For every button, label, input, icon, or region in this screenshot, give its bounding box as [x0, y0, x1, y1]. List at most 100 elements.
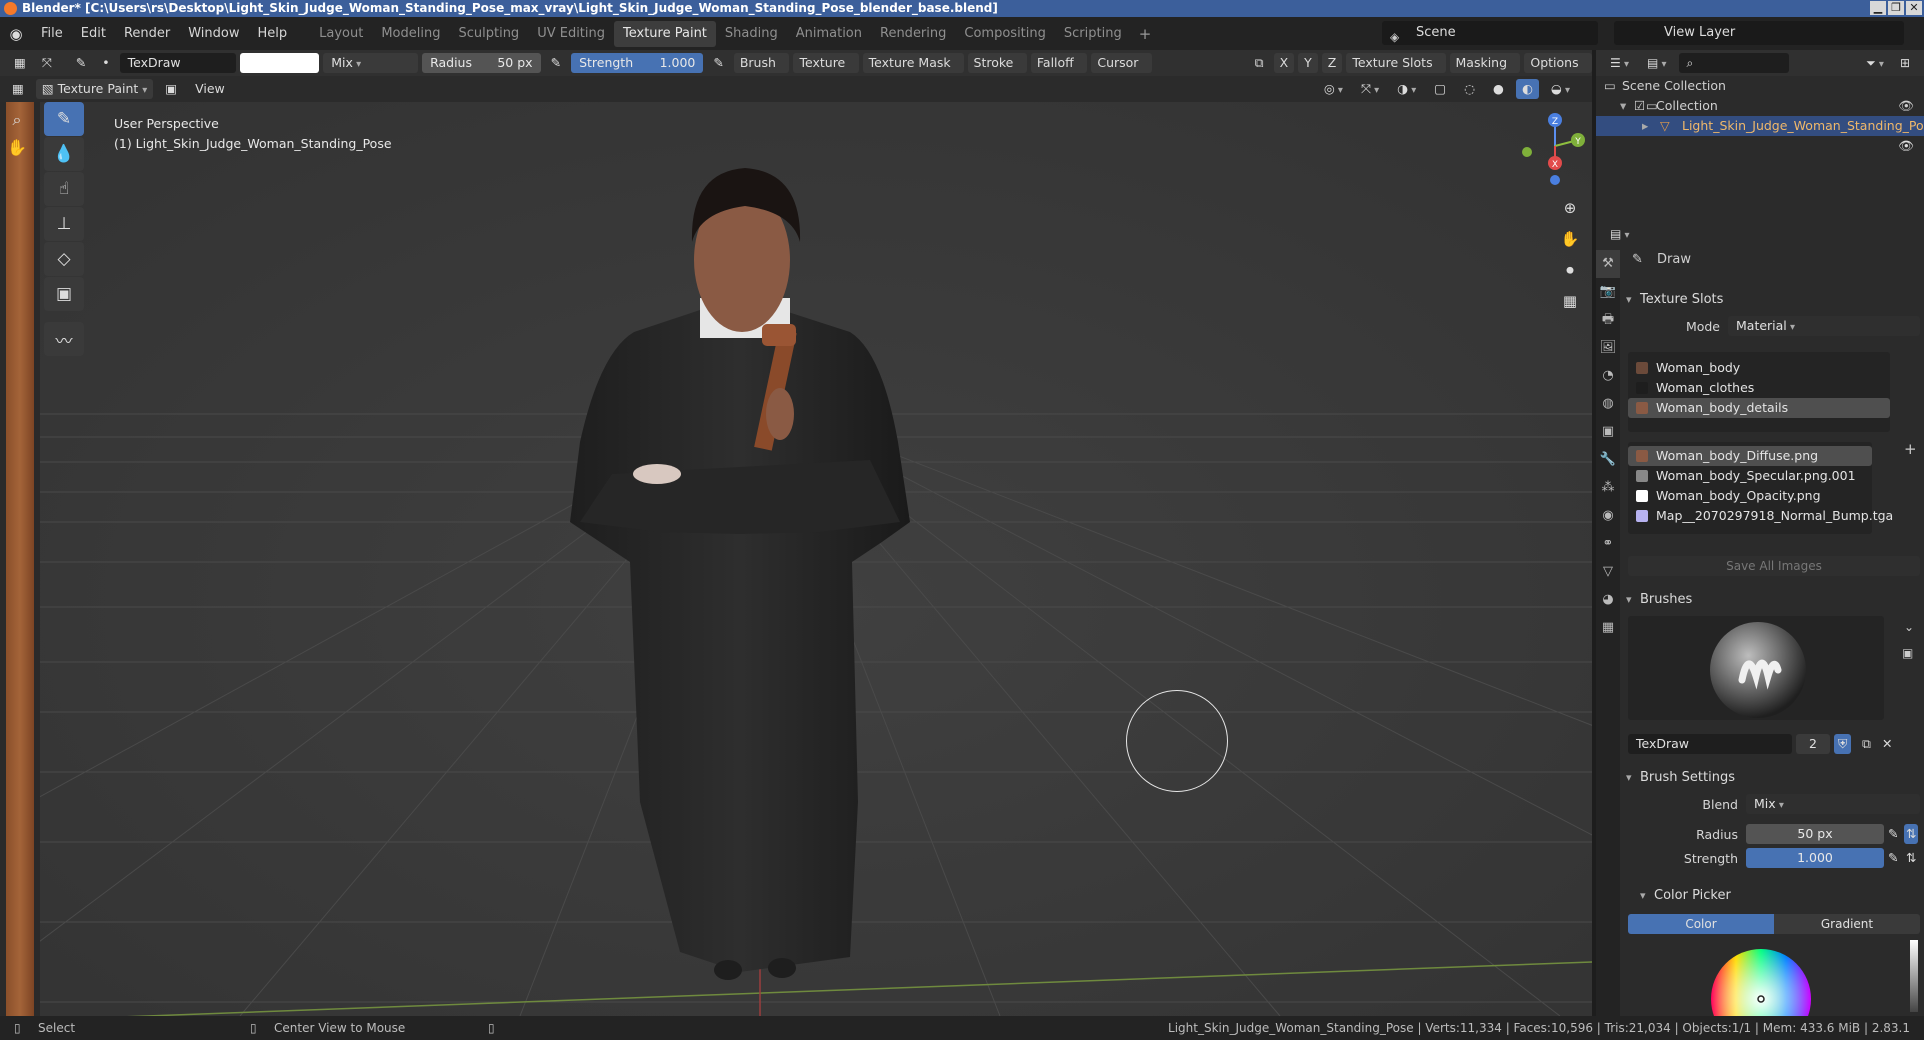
cursor-menu[interactable]: Cursor: [1091, 53, 1152, 73]
tab-texture-paint[interactable]: Texture Paint: [614, 20, 716, 47]
visibility-icon[interactable]: ◎: [1318, 79, 1349, 99]
transform-icon[interactable]: ⤧: [36, 53, 66, 73]
fake-user-shield-icon[interactable]: ⛨: [1834, 734, 1852, 754]
radius-pressure-icon[interactable]: ✎: [1886, 824, 1900, 844]
gizmo-neg-y-icon[interactable]: [1522, 147, 1532, 157]
axis-x-toggle[interactable]: X: [1273, 53, 1295, 73]
clone-tool-icon[interactable]: ⊥: [44, 207, 84, 241]
menu-file[interactable]: File: [32, 26, 72, 41]
view-menu[interactable]: View: [189, 79, 231, 99]
gizmo-neg-z-icon[interactable]: [1550, 175, 1560, 185]
color-wheel[interactable]: [1706, 944, 1816, 1016]
render-tab-icon[interactable]: 📷: [1596, 278, 1620, 306]
texture-slots-menu[interactable]: Texture Slots: [1346, 53, 1446, 73]
visibility-eye-icon[interactable]: 👁: [1898, 136, 1914, 156]
tab-uv-editing[interactable]: UV Editing: [528, 21, 614, 47]
axis-z-toggle[interactable]: Z: [1321, 53, 1343, 73]
tab-sculpting[interactable]: Sculpting: [449, 21, 528, 47]
modifier-tab-icon[interactable]: 🔧: [1596, 446, 1620, 474]
color-swatch[interactable]: [240, 53, 320, 73]
image-item[interactable]: Woman_body_Diffuse.png: [1628, 446, 1872, 466]
image-item[interactable]: Map__2070297918_Normal_Bump.tga: [1628, 506, 1893, 526]
tab-layout[interactable]: Layout: [310, 21, 372, 47]
view-layer-tab-icon[interactable]: 🖼: [1596, 334, 1620, 362]
zoom-icon[interactable]: ⊕: [1556, 194, 1584, 222]
pan-hand-icon[interactable]: ✋: [4, 138, 30, 160]
tab-rendering[interactable]: Rendering: [871, 21, 955, 47]
physics-tab-icon[interactable]: ◉: [1596, 502, 1620, 530]
material-tab-icon[interactable]: ◕: [1596, 586, 1620, 614]
filter-icon[interactable]: ⏷: [1860, 53, 1890, 73]
save-all-images-button[interactable]: Save All Images: [1628, 556, 1920, 576]
brush-dot-icon[interactable]: •: [96, 53, 115, 73]
brush-settings-section[interactable]: Brush Settings: [1624, 766, 1924, 790]
menu-render[interactable]: Render: [115, 26, 179, 41]
tab-scripting[interactable]: Scripting: [1055, 21, 1131, 47]
scene-selector[interactable]: ◈ Scene: [1382, 21, 1598, 45]
tool-tab-icon[interactable]: ⚒: [1596, 250, 1620, 278]
texture-tab-icon[interactable]: ▦: [1596, 614, 1620, 642]
annotate-tool-icon[interactable]: 〰: [44, 322, 84, 356]
constraints-tab-icon[interactable]: ⚭: [1596, 530, 1620, 558]
expand-icon[interactable]: ▾: [1620, 96, 1626, 116]
outliner-search-input[interactable]: ⌕: [1678, 53, 1789, 73]
soften-tool-icon[interactable]: 💧: [44, 137, 84, 171]
material-item[interactable]: Woman_clothes: [1628, 378, 1890, 398]
brush-menu[interactable]: Brush: [733, 53, 790, 73]
blender-menu-icon[interactable]: ◉: [0, 17, 32, 50]
image-item[interactable]: Woman_body_Opacity.png: [1628, 486, 1872, 506]
materials-list[interactable]: Woman_body Woman_clothes Woman_body_deta…: [1628, 352, 1890, 432]
world-tab-icon[interactable]: ◍: [1596, 390, 1620, 418]
gizmo-icon[interactable]: ⤧: [1355, 79, 1385, 99]
view-layer-selector[interactable]: View Layer: [1614, 21, 1904, 45]
duplicate-brush-icon[interactable]: ⧉: [1856, 734, 1877, 754]
texture-slots-section[interactable]: Texture Slots: [1624, 288, 1924, 312]
masking-menu[interactable]: Masking: [1449, 53, 1521, 73]
smear-tool-icon[interactable]: ☝: [44, 172, 84, 206]
outliner-scene-collection[interactable]: ▭ Scene Collection: [1596, 76, 1924, 96]
brush-name-field[interactable]: TexDraw: [1628, 734, 1792, 754]
draw-tool-icon[interactable]: ✎: [44, 102, 84, 136]
fill-tool-icon[interactable]: ◇: [44, 242, 84, 276]
value-slider[interactable]: [1910, 940, 1918, 1012]
navigation-gizmo[interactable]: Z Y X: [1520, 108, 1590, 188]
tab-shading[interactable]: Shading: [716, 21, 787, 47]
axis-y-toggle[interactable]: Y: [1298, 53, 1318, 73]
material-item[interactable]: Woman_body_details: [1628, 398, 1890, 418]
brushes-section[interactable]: Brushes: [1624, 588, 1924, 612]
outliner-collection[interactable]: ▾ ☑ ▭ Collection 👁: [1596, 96, 1924, 116]
maximize-button[interactable]: ❐: [1888, 1, 1904, 15]
tab-modeling[interactable]: Modeling: [372, 21, 449, 47]
strength-pressure-icon[interactable]: ✎: [1886, 848, 1900, 868]
wireframe-shading-icon[interactable]: ◌: [1458, 79, 1481, 99]
menu-help[interactable]: Help: [249, 26, 297, 41]
close-button[interactable]: ✕: [1906, 1, 1922, 15]
brush-name-field[interactable]: TexDraw: [119, 53, 237, 73]
tab-compositing[interactable]: Compositing: [955, 21, 1055, 47]
image-item[interactable]: Woman_body_Specular.png.001: [1628, 466, 1872, 486]
brush-preview-box[interactable]: [1628, 616, 1884, 720]
color-picker-section[interactable]: Color Picker: [1638, 884, 1924, 908]
display-mode-icon[interactable]: ▤: [1641, 53, 1673, 73]
options-menu[interactable]: Options: [1524, 53, 1592, 73]
rendered-shading-icon[interactable]: ◒: [1545, 79, 1576, 99]
mask-icon[interactable]: ▣: [159, 79, 183, 99]
add-image-icon[interactable]: +: [1904, 440, 1917, 458]
blend-dropdown[interactable]: Mix: [323, 53, 419, 73]
xray-icon[interactable]: ▢: [1428, 79, 1452, 99]
menu-edit[interactable]: Edit: [72, 26, 115, 41]
3d-viewport[interactable]: User Perspective (1) Light_Skin_Judge_Wo…: [40, 102, 1592, 1016]
new-collection-icon[interactable]: ⊞: [1894, 53, 1916, 73]
strength-slider[interactable]: Strength 1.000: [571, 53, 704, 73]
visibility-eye-icon[interactable]: 👁: [1898, 96, 1914, 116]
strength-pressure-toggle-icon[interactable]: ⇅: [1904, 848, 1918, 868]
perspective-toggle-icon[interactable]: ▦: [1556, 287, 1584, 315]
particles-tab-icon[interactable]: ⁂: [1596, 474, 1620, 502]
checkbox-icon[interactable]: ☑: [1634, 96, 1645, 116]
overlay-icon[interactable]: ◑: [1391, 79, 1422, 99]
data-tab-icon[interactable]: ▽: [1596, 558, 1620, 586]
radius-slider[interactable]: 50 px: [1746, 824, 1884, 844]
radius-unit-icon[interactable]: ⇅: [1904, 824, 1919, 844]
pan-hand-icon[interactable]: ✋: [1556, 225, 1584, 253]
material-item[interactable]: Woman_body: [1628, 358, 1890, 378]
